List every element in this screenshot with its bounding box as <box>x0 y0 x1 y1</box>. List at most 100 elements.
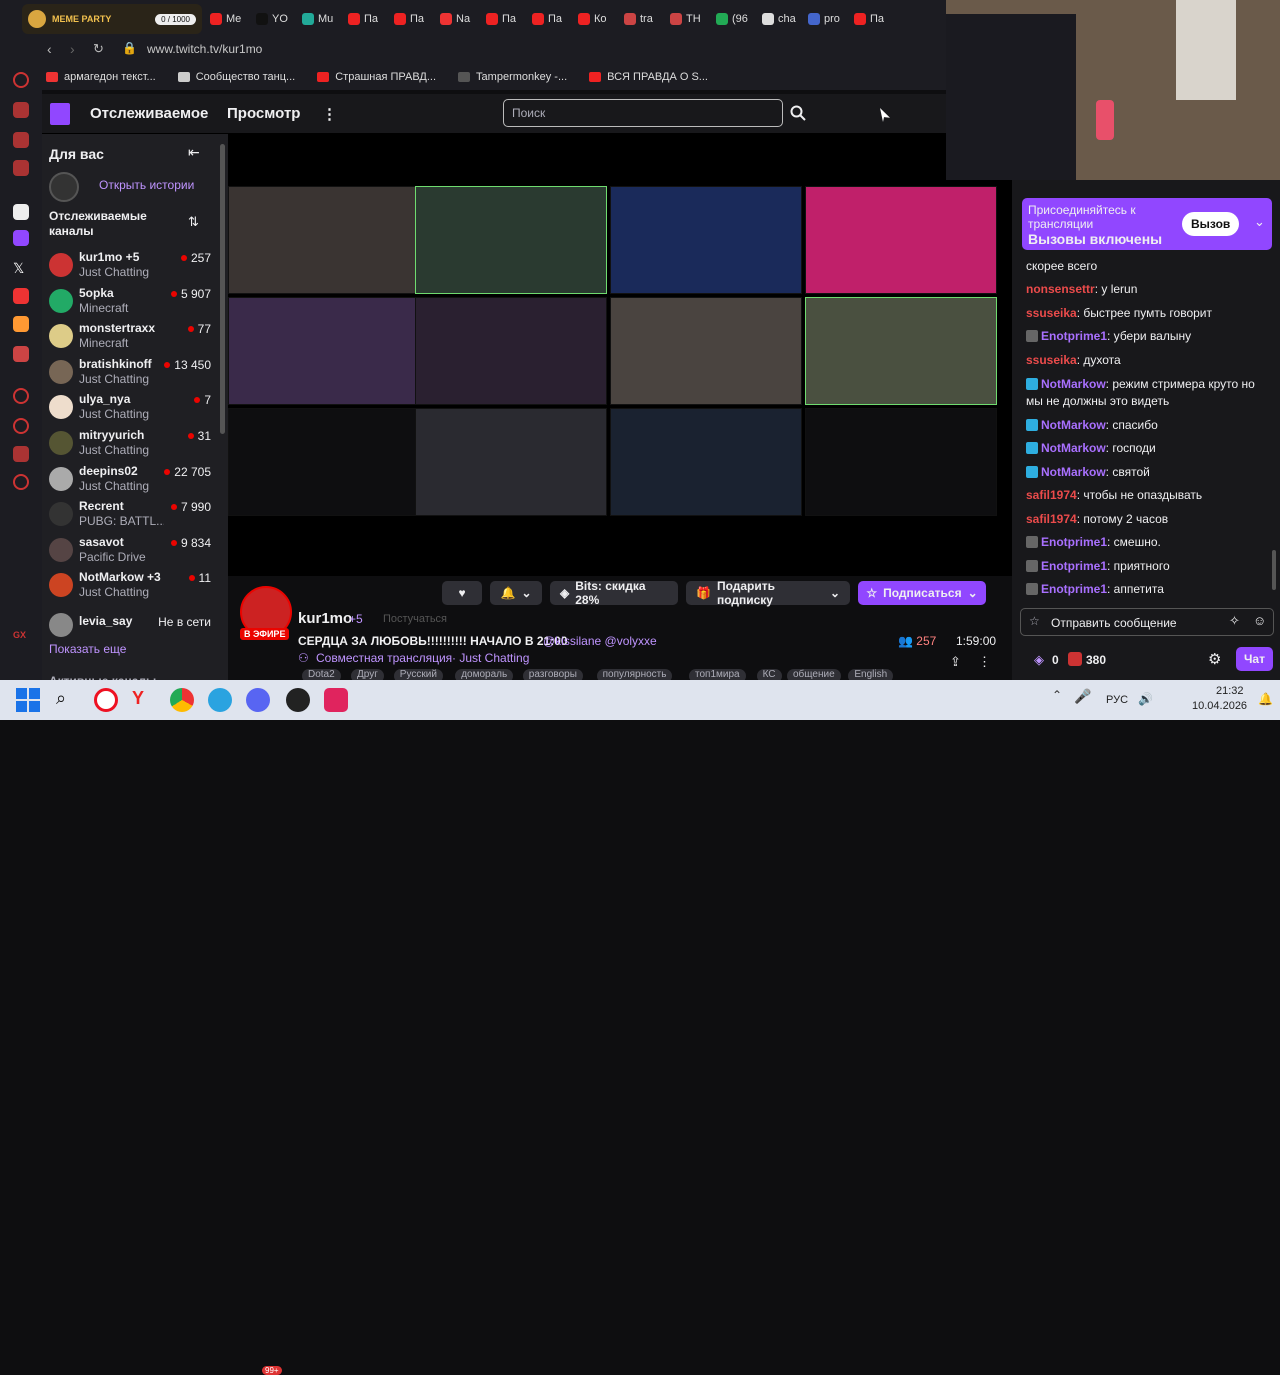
browser-tab[interactable]: cha <box>762 13 800 25</box>
opera-extension-icon[interactable] <box>13 346 29 362</box>
collab-video-tile[interactable] <box>610 408 802 516</box>
more-menu-icon[interactable]: ⋮ <box>322 105 337 123</box>
chat-username[interactable]: Enotprime1 <box>1041 535 1107 549</box>
chevron-down-icon[interactable]: ⌄ <box>1254 214 1265 230</box>
collab-video-tile[interactable] <box>610 297 802 405</box>
collab-video-tile[interactable] <box>228 408 420 516</box>
channel-item-offline[interactable]: levia_say Не в сети <box>49 610 219 644</box>
channel-item[interactable]: mitryyurich Just Chatting 31 <box>49 428 219 462</box>
chat-username[interactable]: Enotprime1 <box>1041 582 1107 596</box>
follow-button[interactable]: ♥ <box>442 581 482 605</box>
extensions-icon[interactable] <box>13 446 29 462</box>
opera-news-icon[interactable] <box>13 102 29 118</box>
browser-tab[interactable]: TH <box>670 13 708 25</box>
chat-username[interactable]: NotMarkow <box>1041 377 1106 391</box>
browser-tab[interactable]: Me <box>210 13 248 25</box>
collab-video-tile[interactable] <box>805 186 997 294</box>
collab-video-tile[interactable] <box>228 297 420 405</box>
collapse-sidebar-icon[interactable]: ⇤ <box>188 144 200 161</box>
browser-tab[interactable]: Па <box>394 13 432 25</box>
clock-time[interactable]: 21:32 <box>1216 685 1244 697</box>
browser-tab[interactable]: Па <box>854 13 892 25</box>
nav-browse[interactable]: Просмотр <box>227 105 300 122</box>
x-icon[interactable]: 𝕏 <box>13 260 29 276</box>
forward-icon[interactable]: › <box>70 41 75 57</box>
bookmark-item[interactable]: Tampermonkey -... <box>458 71 567 83</box>
yandex-browser-icon[interactable]: Y <box>132 688 156 712</box>
chat-username[interactable]: nonsensettr <box>1026 282 1095 296</box>
collab-video-tile[interactable] <box>610 186 802 294</box>
opera-wallpaper-icon[interactable] <box>13 132 29 148</box>
channel-item[interactable]: monstertraxx Minecraft 77 <box>49 321 219 355</box>
search-input[interactable]: Поиск <box>503 99 783 127</box>
channel-item[interactable]: 5opka Minecraft 5 907 <box>49 286 219 320</box>
discord-icon[interactable] <box>246 688 270 712</box>
more-options-icon[interactable]: ⋮ <box>978 654 991 670</box>
start-icon[interactable] <box>16 688 40 712</box>
channel-item[interactable]: NotMarkow +3 Just Chatting 11 <box>49 570 219 604</box>
browser-tab[interactable]: tra <box>624 13 662 25</box>
collab-video-tile[interactable] <box>805 408 997 516</box>
collab-video-tile[interactable] <box>228 186 420 294</box>
open-stories-link[interactable]: Открыть истории <box>99 178 194 192</box>
chat-username[interactable]: NotMarkow <box>1041 441 1106 455</box>
collab-count[interactable]: +5 <box>349 612 363 626</box>
bookmark-item[interactable]: Страшная ПРАВД... <box>317 71 436 83</box>
microphone-icon[interactable]: 🎤 <box>1074 688 1098 712</box>
chat-username[interactable]: NotMarkow <box>1041 418 1106 432</box>
search-button[interactable] <box>784 99 812 127</box>
chat-username[interactable]: Enotprime1 <box>1041 329 1107 343</box>
yandex-icon[interactable] <box>13 288 29 304</box>
show-more-link[interactable]: Показать еще <box>49 642 126 656</box>
browser-tab[interactable]: Ко <box>578 13 616 25</box>
collab-video-tile[interactable] <box>415 297 607 405</box>
share-icon[interactable]: ⇪ <box>950 654 961 670</box>
opera-ai-icon[interactable] <box>13 72 29 88</box>
settings-icon[interactable] <box>13 474 29 490</box>
bits-button[interactable]: ◈ Bits: скидка 28% <box>550 579 678 607</box>
chat-username[interactable]: ssuseika <box>1026 353 1077 367</box>
channel-item[interactable]: Recrent PUBG: BATTL... 7 990 <box>49 499 219 533</box>
gx-icon[interactable]: GX <box>13 630 29 646</box>
chrome-icon[interactable] <box>170 688 194 712</box>
meme-party-extension[interactable]: MEME PARTY 0 / 1000 <box>22 4 202 34</box>
channel-item[interactable]: kur1mo +5 Just Chatting 257 <box>49 250 219 284</box>
chat-settings-icon[interactable]: ⚙ <box>1208 650 1221 668</box>
knock-button[interactable]: Постучаться <box>383 613 447 625</box>
clock-date[interactable]: 10.04.2026 <box>1192 700 1247 712</box>
notifications-icon[interactable]: 🔔 <box>1258 692 1273 706</box>
tiktok-icon[interactable] <box>324 688 348 712</box>
chat-username[interactable]: NotMarkow <box>1041 465 1106 479</box>
browser-tab[interactable]: Mu <box>302 13 340 25</box>
chat-scrollbar[interactable] <box>1272 550 1276 590</box>
opera-gx-icon[interactable] <box>94 688 118 712</box>
player-icon[interactable] <box>13 388 29 404</box>
collab-link[interactable]: Совместная трансляция <box>316 651 452 665</box>
volume-icon[interactable]: 🔊 <box>1138 692 1153 706</box>
tray-chevron-icon[interactable]: ⌃ <box>1052 688 1076 712</box>
channel-points[interactable]: 380 <box>1086 653 1106 667</box>
bookmark-item[interactable]: Сообщество танц... <box>177 71 295 83</box>
aria-icon[interactable] <box>13 204 29 220</box>
search-icon[interactable]: ⌕ <box>56 688 80 712</box>
subscribe-button[interactable]: ☆ Подписаться ⌄ <box>858 581 986 605</box>
video-player[interactable] <box>228 134 1012 576</box>
mail-icon[interactable] <box>13 316 29 332</box>
notifications-button[interactable]: 🔔 ⌄ <box>490 581 542 605</box>
collab-video-tile[interactable] <box>415 408 607 516</box>
bits-cheer-icon[interactable]: ✧ <box>1229 613 1240 629</box>
opera-music-icon[interactable] <box>13 160 29 176</box>
obs-icon[interactable] <box>286 688 310 712</box>
chat-username[interactable]: safil1974 <box>1026 512 1077 526</box>
reload-icon[interactable]: ↻ <box>93 41 104 57</box>
browser-tab[interactable]: Na <box>440 13 478 25</box>
collab-video-tile[interactable] <box>415 186 607 294</box>
url-field[interactable]: www.twitch.tv/kur1mo <box>147 42 262 56</box>
stream-mentions[interactable]: @kissilane @volyxxe <box>543 634 657 648</box>
chat-username[interactable]: safil1974 <box>1026 488 1077 502</box>
bookmark-item[interactable]: армагедон текст... <box>46 71 156 83</box>
telegram-icon[interactable] <box>208 688 232 712</box>
emote-icon[interactable]: ☺ <box>1253 613 1266 628</box>
chat-username[interactable]: Enotprime1 <box>1041 559 1107 573</box>
browser-tab[interactable]: Па <box>532 13 570 25</box>
